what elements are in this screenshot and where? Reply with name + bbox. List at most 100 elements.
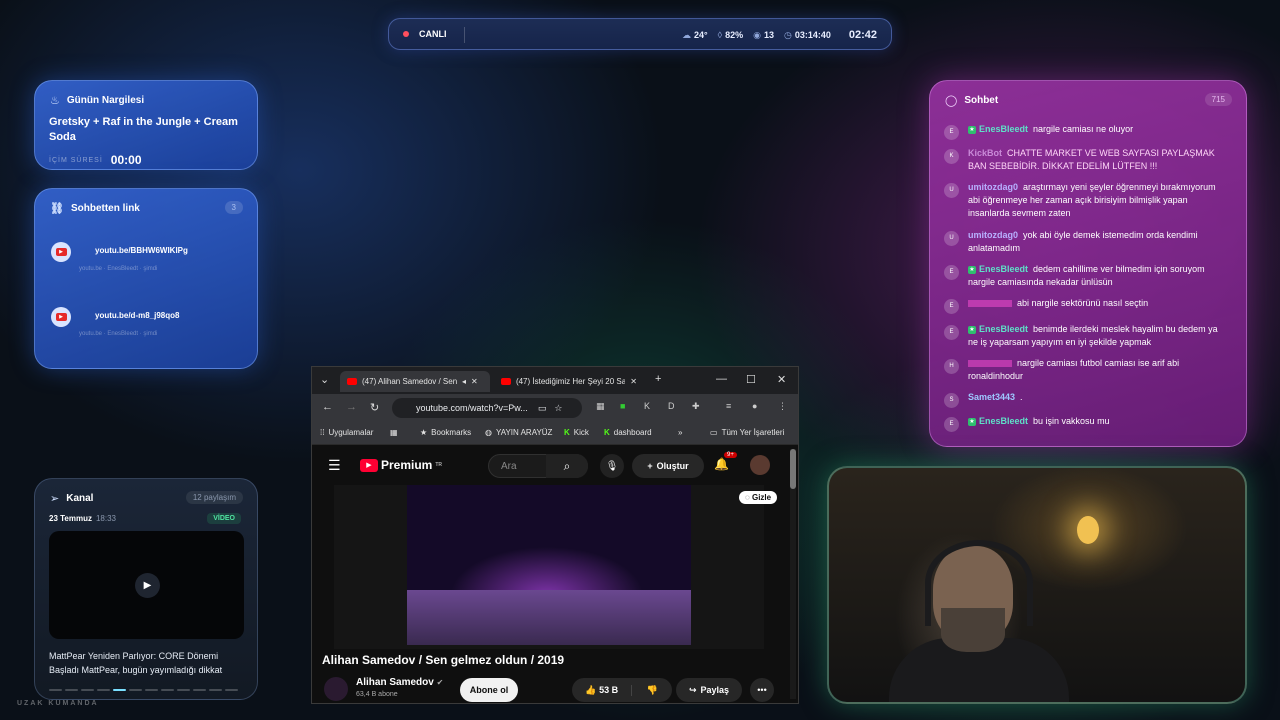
minimize-icon[interactable]: —: [716, 373, 727, 385]
play-icon[interactable]: ▶: [135, 573, 160, 598]
link-meta: youtu.be · EnesBleedt · şimdi: [79, 266, 158, 272]
bookmark-star-icon[interactable]: ☆: [554, 403, 562, 414]
create-button[interactable]: + Oluştur: [632, 454, 704, 478]
link-icon: ⛓: [50, 203, 64, 215]
grid-icon[interactable]: ▦: [390, 428, 398, 437]
tab-search-icon[interactable]: ⌄: [320, 373, 329, 386]
carousel-dots[interactable]: [49, 689, 238, 691]
close-tab-icon[interactable]: ✕: [630, 377, 637, 386]
puzzle-icon[interactable]: ✚: [692, 401, 700, 412]
chat-text: .: [1020, 392, 1023, 402]
chat-message-body: ★ EnesBleedt nargile camiası ne oluyor: [968, 123, 1229, 136]
chat-username[interactable]: [968, 300, 1012, 308]
back-icon[interactable]: ←: [322, 401, 333, 413]
bookmark-label: dashboard: [613, 428, 652, 437]
bookmark-all[interactable]: ▭ Tüm Yer İşaretleri: [710, 428, 784, 437]
chat-username[interactable]: KickBot: [968, 148, 1002, 158]
new-tab-icon[interactable]: +: [655, 373, 661, 385]
channel-name[interactable]: Alihan Samedov ✔: [356, 677, 443, 688]
carousel-dot[interactable]: [97, 689, 110, 691]
scrollbar-thumb[interactable]: [790, 449, 796, 489]
more-bookmarks-icon[interactable]: »: [678, 428, 682, 437]
profile-icon[interactable]: ●: [752, 401, 757, 411]
carousel-dot[interactable]: [193, 689, 206, 691]
chat-username[interactable]: umitozdag0: [968, 182, 1018, 192]
scrollbar[interactable]: [790, 449, 796, 699]
maximize-icon[interactable]: ☐: [746, 373, 756, 386]
tab-active[interactable]: (47) Alihan Samedov / Sen ◂ ✕: [340, 371, 490, 392]
temperature-stat: ☁ 24°: [682, 30, 708, 41]
bookmark-apps[interactable]: ⁞⁞ Uygulamalar: [320, 428, 373, 437]
card-header: ♨ Günün Nargilesi: [50, 94, 144, 107]
link-url[interactable]: youtu.be/BBHW6WIKlPg: [95, 246, 188, 255]
carousel-dot[interactable]: [225, 689, 238, 691]
microphone-icon[interactable]: 🎙: [600, 454, 624, 478]
chat-username[interactable]: EnesBleedt: [979, 416, 1028, 426]
video-thumbnail[interactable]: ▶: [49, 531, 244, 639]
notifications-bell-icon[interactable]: 🔔: [714, 457, 729, 471]
channel-avatar[interactable]: [324, 677, 348, 701]
carousel-dot[interactable]: [49, 689, 62, 691]
chat-username[interactable]: EnesBleedt: [979, 324, 1028, 334]
extension-icon[interactable]: D: [668, 401, 675, 411]
cast-icon[interactable]: ▭: [538, 403, 547, 414]
bookmark-yayin[interactable]: ◍ YAYIN ARAYÜZ: [485, 428, 552, 437]
forward-icon[interactable]: →: [346, 401, 357, 413]
headphones: [925, 540, 1033, 626]
chat-avatar: E: [944, 125, 959, 140]
like-button[interactable]: 👍 53 B: [572, 684, 633, 696]
close-tab-icon[interactable]: ✕: [471, 377, 478, 386]
chat-message: Eabi nargile sektörünü nasıl seçtin: [944, 297, 1229, 314]
live-label: CANLI: [419, 29, 447, 39]
link-url[interactable]: youtu.be/d-m8_j98qo8: [95, 311, 179, 320]
chat-username[interactable]: umitozdag0: [968, 230, 1018, 240]
hamburger-menu-icon[interactable]: ☰: [328, 457, 341, 474]
stage-floor: [407, 590, 691, 645]
chat-avatar: U: [944, 231, 959, 246]
carousel-dot[interactable]: [209, 689, 222, 691]
extension-icon[interactable]: ▦: [596, 401, 605, 412]
close-window-icon[interactable]: ✕: [777, 373, 786, 386]
tab[interactable]: (47) İstediğimiz Her Şeyi 20 Sa ✕: [494, 371, 644, 392]
chat-username[interactable]: EnesBleedt: [979, 264, 1028, 274]
search-icon[interactable]: ⌕: [546, 454, 588, 478]
hide-button[interactable]: ◌ Gizle: [739, 491, 778, 504]
chat-username[interactable]: [968, 360, 1012, 368]
reload-icon[interactable]: ↻: [370, 401, 379, 414]
notification-badge: 9+: [724, 452, 737, 458]
more-actions-icon[interactable]: •••: [750, 678, 774, 702]
channel-name-text[interactable]: Alihan Samedov: [356, 677, 434, 688]
url-text[interactable]: youtube.com/watch?v=Pw...: [416, 403, 528, 413]
share-label: Paylaş: [700, 685, 730, 695]
thumbs-up-icon: 👍: [585, 684, 597, 695]
channel-card: ➢ Kanal 12 paylaşım 23 Temmuz 18:33 VİDEO…: [34, 478, 258, 700]
account-avatar[interactable]: [750, 455, 770, 475]
carousel-dot[interactable]: [161, 689, 174, 691]
chat-username[interactable]: Samet3443: [968, 392, 1015, 402]
speaker-icon[interactable]: ◂: [462, 377, 466, 386]
extension-icon[interactable]: ■: [620, 401, 625, 411]
video-player[interactable]: [334, 485, 764, 649]
bookmark-label: YAYIN ARAYÜZ: [495, 428, 553, 437]
bookmark-bookmarks[interactable]: ★ Bookmarks: [420, 428, 471, 437]
extension-icon[interactable]: K: [644, 401, 650, 411]
carousel-dot[interactable]: [65, 689, 78, 691]
carousel-dot[interactable]: [81, 689, 94, 691]
address-bar[interactable]: youtube.com/watch?v=Pw... ▭ ☆: [392, 398, 582, 418]
carousel-dot-active[interactable]: [113, 689, 126, 691]
media-icon[interactable]: ≡: [726, 401, 731, 411]
menu-icon[interactable]: ⋮: [778, 401, 787, 412]
bookmark-kick[interactable]: K Kick: [564, 428, 589, 437]
share-button[interactable]: ↪ Paylaş: [676, 678, 742, 702]
youtube-icon: ▶: [51, 242, 71, 262]
carousel-dot[interactable]: [129, 689, 142, 691]
chat-message-body: nargile camiası futbol camiası ise arif …: [968, 357, 1229, 383]
bookmark-dashboard[interactable]: Kdashboard: [604, 428, 652, 437]
dislike-button[interactable]: 👎: [632, 685, 672, 696]
carousel-dot[interactable]: [145, 689, 158, 691]
subscribe-button[interactable]: Abone ol: [460, 678, 518, 702]
youtube-logo[interactable]: ▶ Premium TR: [360, 458, 442, 472]
chat-username[interactable]: EnesBleedt: [979, 124, 1028, 134]
carousel-dot[interactable]: [177, 689, 190, 691]
send-icon: ➢: [50, 493, 60, 505]
